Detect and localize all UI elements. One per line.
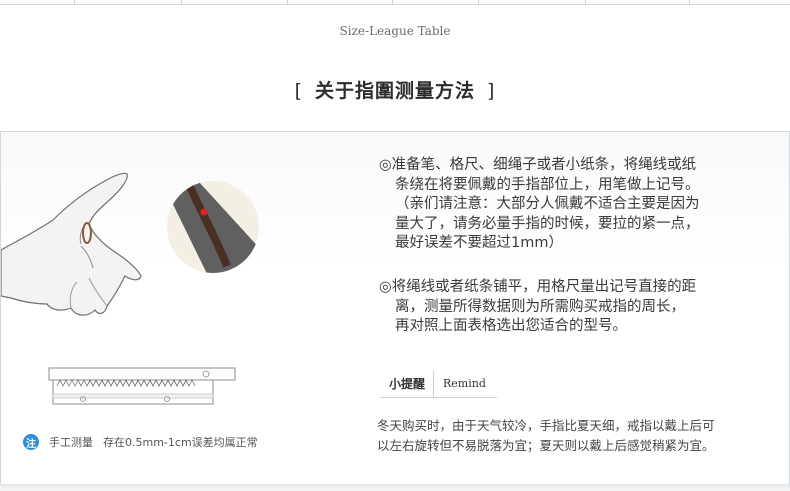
footnote-text: 存在0.5mm-1cm误差均属正常 — [103, 436, 258, 449]
step-one-instructions: ◎准备笔、格尺、细绳子或者小纸条，将绳线或纸 条绕在将要佩戴的手指部位上，用笔做… — [379, 156, 700, 254]
instruction-line: 离，测量所得数据则为所需购买戒指的周长， — [395, 298, 685, 315]
finger-wrap-closeup-icon — [167, 181, 259, 273]
note-line: 冬天购买时，由于天气较冷，手指比夏天细，戒指以戴上后可 — [377, 418, 715, 433]
size-table-bottom-edge — [0, 0, 790, 8]
section-title: 关于指圍测量方法 — [314, 80, 475, 102]
table-cell-divider — [392, 0, 393, 5]
ruler-icon — [48, 367, 236, 405]
step-two-instructions: ◎将绳线或者纸条铺平，用格尺量出记号直接的距 离，测量所得数据则为所需购买戒指的… — [379, 278, 696, 337]
table-cell-divider — [478, 0, 479, 5]
heading-bracket-close: ] — [487, 80, 496, 102]
instruction-line: 最好误差不要超过1mm） — [395, 235, 563, 251]
section-heading: [ 关于指圍测量方法] — [0, 76, 790, 103]
table-rule — [0, 4, 790, 5]
hand-illustration-icon — [1, 172, 142, 316]
instruction-line: 量大了，请务必量手指的时候，要拉的紧一点， — [395, 215, 700, 232]
mark-dot-icon — [200, 208, 208, 216]
table-cell-divider — [585, 0, 586, 5]
reminder-label: 小提醒 Remind — [380, 370, 497, 398]
measurement-panel: ◎准备笔、格尺、细绳子或者小纸条，将绳线或纸 条绕在将要佩戴的手指部位上，用笔做… — [0, 131, 790, 486]
panel-bottom-shadow — [0, 484, 790, 491]
note-line: 以左右旋转但不易脱落为宜；夏天则以戴上后感觉稍紧为宜。 — [377, 437, 715, 453]
note-badge-icon: 注 — [23, 434, 39, 450]
illustration-area — [1, 172, 259, 405]
instruction-line: ◎准备笔、格尺、细绳子或者小纸条，将绳线或纸 — [379, 157, 697, 173]
reminder-label-en: Remind — [443, 377, 486, 390]
table-cell-divider — [181, 0, 182, 5]
reminder-note: 冬天购买时，由于天气较冷，手指比夏天细，戒指以戴上后可 以左右旋转但不易脱落为宜… — [377, 416, 715, 455]
reminder-label-zh: 小提醒 — [389, 377, 426, 391]
table-cell-divider — [689, 0, 690, 5]
instruction-line: （亲们请注意：大部分人佩戴不适合主要是因为 — [395, 196, 700, 212]
instruction-line: ◎将绳线或者纸条铺平，用格尺量出记号直接的距 — [379, 279, 697, 295]
instruction-line: 再对照上面表格选出您适合的型号。 — [395, 318, 627, 334]
table-caption: Size-League Table — [339, 24, 451, 38]
heading-bracket-open: [ — [294, 80, 303, 102]
table-cell-divider — [287, 0, 288, 5]
accuracy-footnote: 注 手工测量 存在0.5mm-1cm误差均属正常 — [23, 434, 258, 450]
table-cell-divider — [74, 0, 75, 5]
footnote-label: 手工测量 — [49, 436, 93, 449]
instruction-line: 条绕在将要佩戴的手指部位上，用笔做上记号。 — [395, 176, 700, 193]
